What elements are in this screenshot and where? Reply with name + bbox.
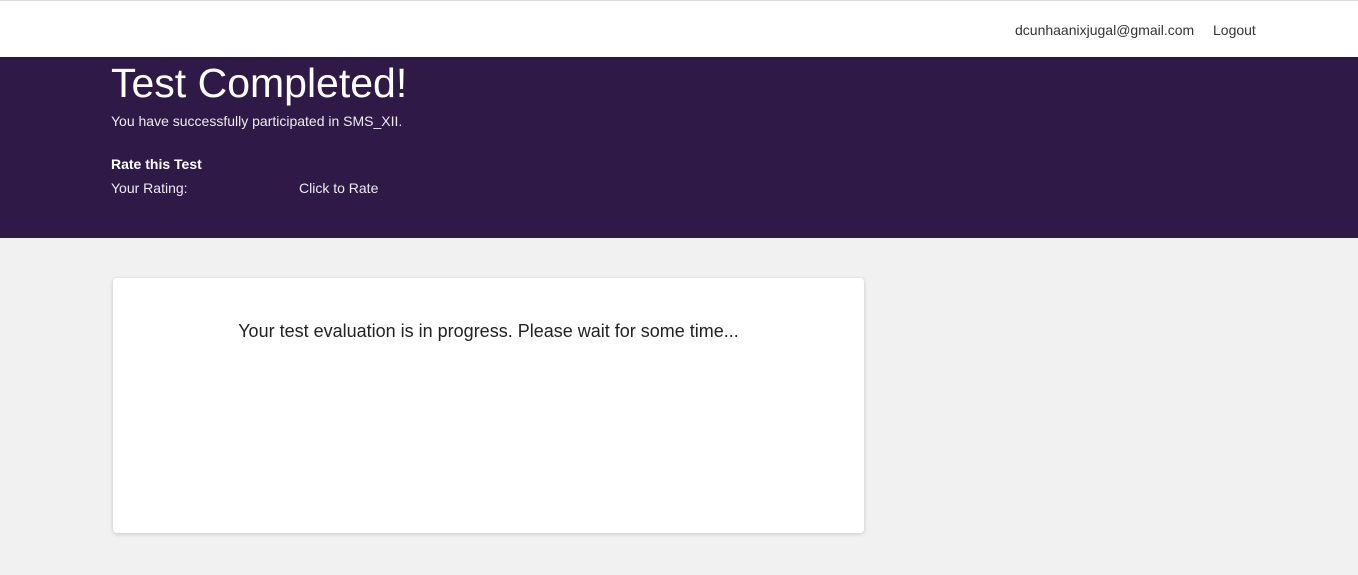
- page-title: Test Completed!: [111, 60, 408, 106]
- user-email: dcunhaanixjugal@gmail.com: [1015, 22, 1195, 38]
- rate-test-heading: Rate this Test: [111, 156, 202, 172]
- logout-link[interactable]: Logout: [1213, 22, 1256, 38]
- click-to-rate-link[interactable]: Click to Rate: [299, 180, 378, 196]
- evaluation-status-card: Your test evaluation is in progress. Ple…: [113, 278, 864, 533]
- completion-banner: Test Completed! You have successfully pa…: [0, 57, 1358, 238]
- evaluation-status-message: Your test evaluation is in progress. Ple…: [238, 321, 739, 341]
- your-rating-label: Your Rating:: [111, 180, 188, 196]
- participation-message: You have successfully participated in SM…: [111, 113, 403, 129]
- top-navbar: dcunhaanixjugal@gmail.com Logout: [0, 0, 1358, 57]
